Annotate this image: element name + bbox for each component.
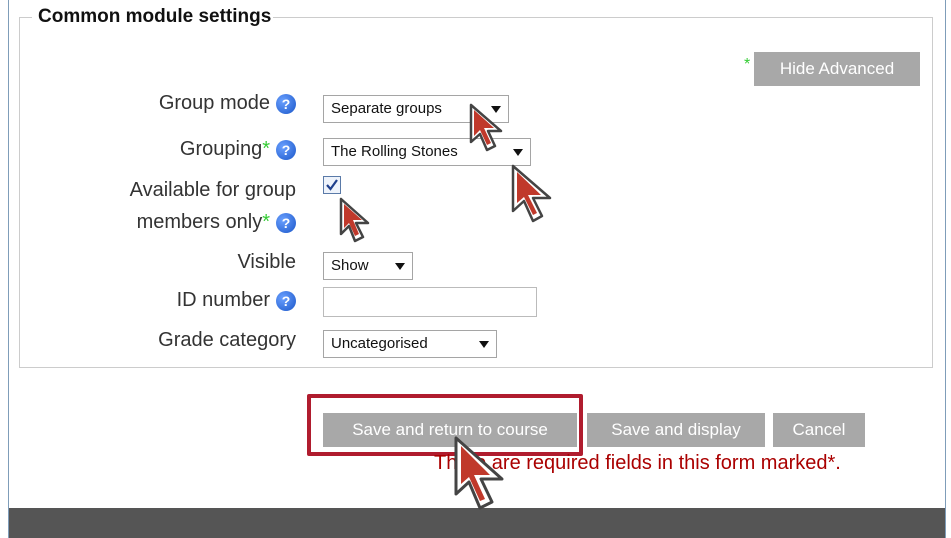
required-marker: * [262, 211, 270, 233]
group-mode-label: Group mode? [159, 92, 296, 115]
group-mode-label-text: Group mode [158, 92, 270, 114]
save-and-display-button[interactable]: Save and display [587, 413, 765, 447]
grouping-label: Grouping*? [180, 138, 296, 161]
grade-category-label: Grade category [158, 329, 296, 351]
help-icon[interactable]: ? [276, 93, 296, 114]
section-title: Common module settings [38, 6, 272, 27]
chevron-down-icon [395, 263, 405, 270]
id-number-label: ID number? [177, 289, 296, 312]
highlight-box [307, 394, 583, 456]
required-marker: * [262, 138, 270, 160]
available-members-checkbox[interactable] [323, 176, 341, 194]
hide-advanced-button[interactable]: Hide Advanced [754, 52, 920, 86]
cursor-pointer-icon [454, 436, 504, 510]
cancel-button[interactable]: Cancel [773, 413, 865, 447]
group-mode-value: Separate groups [331, 100, 442, 117]
cursor-pointer-icon [469, 103, 503, 152]
id-number-input[interactable] [323, 287, 537, 317]
help-icon[interactable]: ? [276, 139, 296, 160]
chevron-down-icon [479, 341, 489, 348]
advanced-toggle: * Hide Advanced [744, 52, 920, 86]
cursor-pointer-icon [511, 164, 552, 223]
checkmark-icon [326, 179, 338, 191]
help-icon[interactable]: ? [276, 290, 296, 311]
help-icon[interactable]: ? [276, 212, 296, 233]
grade-category-value: Uncategorised [331, 335, 428, 352]
visible-value: Show [331, 257, 369, 274]
visible-select[interactable]: Show [323, 252, 413, 280]
grouping-label-text: Grouping [179, 138, 263, 160]
available-label-line2: members only [136, 211, 263, 233]
visible-label: Visible [237, 251, 296, 273]
grouping-value: The Rolling Stones [331, 143, 458, 160]
cursor-pointer-icon [339, 197, 370, 243]
available-label-line1: Available for group [129, 179, 296, 201]
chevron-down-icon [513, 149, 523, 156]
grade-category-select[interactable]: Uncategorised [323, 330, 497, 358]
advanced-marker: * [744, 56, 751, 73]
id-number-label-text: ID number [176, 289, 270, 311]
available-label: Available for group members only*? [130, 174, 296, 238]
